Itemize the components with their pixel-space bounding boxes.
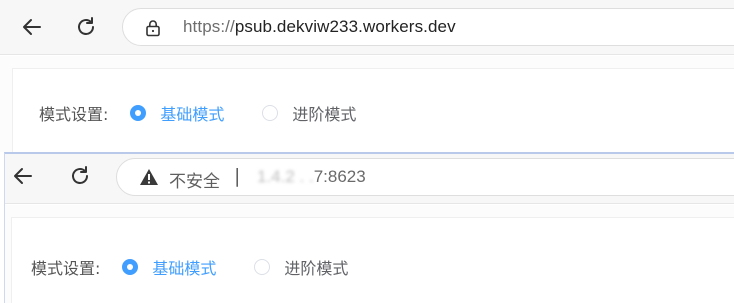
settings-card: 模式设置: 基础模式 进阶模式 [11,217,734,303]
radio-label[interactable]: 进阶模式 [284,255,348,279]
url-redacted: 1.4.2 . . [257,167,314,186]
back-arrow-icon [14,168,32,184]
page-content: 模式设置: 基础模式 进阶模式 [5,205,734,303]
mode-setting-label: 模式设置: [39,105,109,124]
mode-setting-row: 模式设置: 基础模式 进阶模式 [31,255,386,279]
reload-icon [78,17,94,35]
radio-basic-mode[interactable]: 基础模式 [122,255,216,279]
browser-window-top: https://psub.dekviw233.workers.dev 模式设置:… [0,0,734,152]
url-text[interactable]: 1.4.2 . .7:8623 [257,167,366,187]
browser-toolbar: https://psub.dekviw233.workers.dev [0,0,734,55]
mode-setting-label: 模式设置: [31,259,101,278]
back-button[interactable] [18,13,46,41]
radio-unchecked-icon[interactable] [262,105,279,121]
radio-label[interactable]: 基础模式 [152,255,216,279]
back-button[interactable] [9,162,37,190]
lock-icon[interactable] [145,19,161,37]
url-scheme: https:// [183,17,235,36]
address-bar[interactable]: 不安全 | 1.4.2 . .7:8623 [116,158,734,196]
reload-button[interactable] [72,13,100,41]
browser-window-bottom: 不安全 | 1.4.2 . .7:8623 模式设置: 基础模式 进阶模式 [0,152,734,303]
mode-setting-row: 模式设置: 基础模式 进阶模式 [39,101,394,125]
warning-icon[interactable] [139,168,159,186]
back-arrow-icon [23,19,41,35]
radio-checked-icon[interactable] [122,259,139,275]
address-bar[interactable]: https://psub.dekviw233.workers.dev [122,8,734,46]
radio-advanced-mode[interactable]: 进阶模式 [262,101,356,125]
not-secure-text[interactable]: 不安全 [169,167,220,192]
reload-button[interactable] [66,162,94,190]
browser-frame: 不安全 | 1.4.2 . .7:8623 模式设置: 基础模式 进阶模式 [4,152,734,303]
url-text[interactable]: https://psub.dekviw233.workers.dev [183,17,456,37]
page-content: 模式设置: 基础模式 进阶模式 [0,56,734,152]
radio-unchecked-icon[interactable] [254,259,271,275]
radio-basic-mode[interactable]: 基础模式 [130,101,224,125]
radio-checked-icon[interactable] [130,105,147,121]
settings-card: 模式设置: 基础模式 进阶模式 [12,68,734,152]
separator: | [234,165,241,187]
radio-label[interactable]: 进阶模式 [292,101,356,125]
radio-label[interactable]: 基础模式 [160,101,224,125]
radio-advanced-mode[interactable]: 进阶模式 [254,255,348,279]
browser-toolbar: 不安全 | 1.4.2 . .7:8623 [5,154,734,204]
url-port: 7:8623 [313,167,366,186]
url-host: psub.dekviw233.workers.dev [234,17,456,36]
reload-icon [72,166,88,184]
